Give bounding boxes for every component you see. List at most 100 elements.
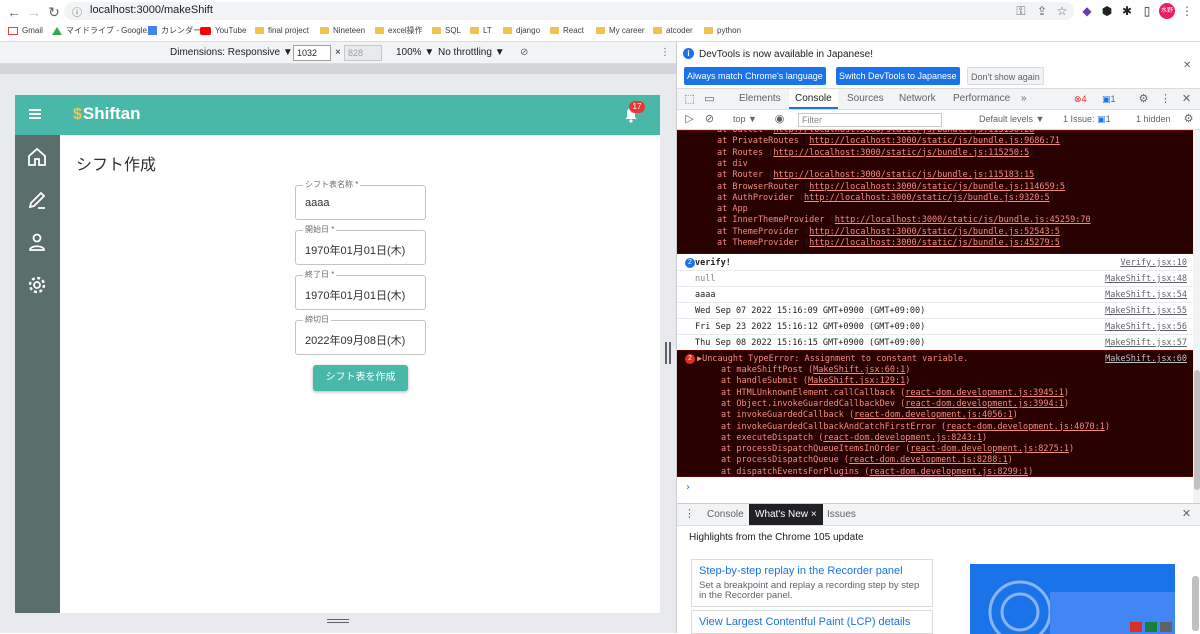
throttling-select[interactable]: No throttling ▼	[438, 47, 505, 58]
bookmark[interactable]: final project	[255, 24, 309, 38]
drawer-scrollbar[interactable]	[1192, 576, 1199, 631]
stack-location-link[interactable]: react-dom.development.js:3945:1	[905, 388, 1064, 398]
close-icon[interactable]: ✕	[1180, 93, 1193, 106]
inspect-icon[interactable]: ⬚	[683, 93, 696, 106]
site-info-icon[interactable]: ⓘ	[72, 4, 82, 19]
key-icon[interactable]: ⚿	[1014, 4, 1028, 18]
stack-location-link[interactable]: http://localhost:3000/static/js/bundle.j…	[809, 238, 1060, 248]
console-scrollbar[interactable]	[1193, 130, 1200, 503]
bookmark[interactable]: SQL	[432, 24, 461, 38]
context-select[interactable]: top ▼	[733, 114, 757, 124]
error-source-link[interactable]: MakeShift.jsx:60	[1105, 354, 1187, 365]
bookmark[interactable]: Gmail	[8, 24, 43, 38]
tab-console[interactable]: Console	[789, 89, 838, 109]
field-value[interactable]: 2022年09月08日(木)	[305, 332, 405, 348]
stack-location-link[interactable]: react-dom.development.js:4056:1	[854, 410, 1013, 420]
drawer-tab-console[interactable]: Console	[701, 504, 750, 525]
bookmark[interactable]: LT	[470, 24, 492, 38]
log-source-link[interactable]: MakeShift.jsx:56	[1105, 322, 1187, 332]
message-count-badge[interactable]: ▣1	[1099, 93, 1119, 106]
drawer-tab-whats-new[interactable]: What's New ×	[749, 504, 823, 525]
menu-dots-icon[interactable]: ⋮	[660, 47, 670, 58]
settings-gear-icon[interactable]: ⚙	[1137, 93, 1150, 106]
edit-icon[interactable]	[26, 189, 48, 211]
bookmark[interactable]: React	[550, 24, 584, 38]
brand-logo[interactable]: $Shiftan	[73, 104, 141, 126]
stack-location-link[interactable]: react-dom.development.js:8275:1	[910, 444, 1069, 454]
stack-location-link[interactable]: http://localhost:3000/static/js/bundle.j…	[809, 182, 1065, 192]
gear-icon[interactable]	[26, 274, 48, 296]
match-language-button[interactable]: Always match Chrome's language	[684, 67, 826, 85]
log-source-link[interactable]: MakeShift.jsx:57	[1105, 338, 1187, 348]
bookmark[interactable]: python	[704, 24, 741, 38]
forward-icon[interactable]: →	[26, 4, 42, 20]
filter-input[interactable]: Filter	[798, 113, 942, 127]
stack-location-link[interactable]: http://localhost:3000/static/js/bundle.j…	[773, 170, 1034, 180]
device-toggle-icon[interactable]: ▭	[703, 93, 716, 106]
puzzle-icon[interactable]: ✱	[1120, 4, 1134, 18]
stack-location-link[interactable]: http://localhost:3000/static/js/bundle.j…	[773, 130, 1034, 135]
bookmark[interactable]: excel操作	[375, 24, 423, 38]
stack-location-link[interactable]: MakeShift.jsx:129:1	[808, 376, 905, 386]
close-icon[interactable]: ✕	[1183, 60, 1191, 71]
width-input[interactable]: 1032	[293, 45, 331, 61]
field-value[interactable]: 1970年01月01日(木)	[305, 287, 405, 303]
menu-dots-icon[interactable]: ⋮	[683, 508, 696, 521]
rotate-icon[interactable]: ⊘	[520, 47, 528, 58]
whats-new-card[interactable]: Step-by-step replay in the Recorder pane…	[691, 559, 933, 607]
error-title[interactable]: ▶Uncaught TypeError: Assignment to const…	[697, 354, 968, 365]
scrollbar-thumb[interactable]	[1194, 370, 1200, 490]
address-bar[interactable]: ⓘ localhost:3000/makeShift	[64, 2, 1074, 20]
bookmark[interactable]: django	[503, 24, 540, 38]
create-shift-button[interactable]: シフト表を作成	[313, 365, 408, 391]
menu-dots-icon[interactable]: ⋮	[1159, 93, 1172, 106]
stack-location-link[interactable]: http://localhost:3000/static/js/bundle.j…	[773, 148, 1029, 158]
zoom-select[interactable]: 100% ▼	[396, 47, 434, 58]
levels-select[interactable]: Default levels ▼	[979, 114, 1044, 124]
stack-location-link[interactable]: react-dom.development.js:3994:1	[905, 399, 1064, 409]
more-tabs-button[interactable]: »	[1015, 89, 1033, 109]
card-title[interactable]: Step-by-step replay in the Recorder pane…	[699, 565, 903, 577]
extension-icon[interactable]: ⬢	[1100, 4, 1114, 18]
dont-show-again-button[interactable]: Don't show again	[967, 67, 1044, 85]
log-source-link[interactable]: MakeShift.jsx:48	[1105, 274, 1187, 284]
log-source-link[interactable]: Verify.jsx:10	[1120, 258, 1187, 268]
field-value[interactable]: 1970年01月01日(木)	[305, 242, 405, 258]
stack-location-link[interactable]: react-dom.development.js:8243:1	[823, 433, 982, 443]
close-icon[interactable]: ×	[811, 509, 817, 520]
stack-location-link[interactable]: http://localhost:3000/static/js/bundle.j…	[804, 193, 1050, 203]
tab-sources[interactable]: Sources	[841, 89, 890, 109]
side-panel-icon[interactable]: ▯	[1140, 4, 1154, 18]
console-prompt-icon[interactable]: ›	[685, 482, 691, 493]
back-icon[interactable]: ←	[6, 4, 22, 20]
star-icon[interactable]: ☆	[1055, 4, 1069, 18]
menu-dots-icon[interactable]: ⋮	[1180, 4, 1194, 18]
field-value[interactable]: aaaa	[305, 197, 329, 209]
bookmark[interactable]: Nineteen	[320, 24, 365, 38]
reload-icon[interactable]: ↻	[46, 4, 62, 20]
shift-name-field[interactable]: シフト表名称 * aaaa	[295, 180, 426, 220]
log-source-link[interactable]: MakeShift.jsx:54	[1105, 290, 1187, 300]
log-source-link[interactable]: MakeShift.jsx:55	[1105, 306, 1187, 316]
resize-handle-bottom[interactable]	[327, 618, 349, 624]
tab-elements[interactable]: Elements	[733, 89, 787, 109]
home-icon[interactable]	[26, 146, 48, 168]
resize-handle-right[interactable]	[665, 342, 671, 364]
bookmark[interactable]: atcoder	[653, 24, 693, 38]
stack-location-link[interactable]: http://localhost:3000/static/js/bundle.j…	[809, 227, 1060, 237]
close-icon[interactable]: ✕	[1180, 508, 1193, 521]
switch-japanese-button[interactable]: Switch DevTools to Japanese	[836, 67, 960, 85]
eye-icon[interactable]: ◉	[773, 113, 786, 126]
drawer-tab-issues[interactable]: Issues	[821, 504, 862, 525]
sidebar-toggle-icon[interactable]: ▷	[683, 113, 696, 126]
stack-location-link[interactable]: MakeShift.jsx:60:1	[813, 365, 905, 375]
stack-location-link[interactable]: react-dom.development.js:8299:1	[869, 467, 1028, 477]
tab-network[interactable]: Network	[893, 89, 942, 109]
share-icon[interactable]: ⇪	[1035, 4, 1049, 18]
stack-location-link[interactable]: http://localhost:3000/static/js/bundle.j…	[809, 136, 1060, 146]
issues-button[interactable]: 1 Issue: ▣1	[1063, 114, 1111, 125]
settings-gear-icon[interactable]: ⚙	[1182, 113, 1195, 126]
bookmark[interactable]: YouTube	[200, 24, 246, 38]
error-count-badge[interactable]: ⊗4	[1071, 93, 1090, 106]
person-icon[interactable]	[26, 231, 48, 253]
